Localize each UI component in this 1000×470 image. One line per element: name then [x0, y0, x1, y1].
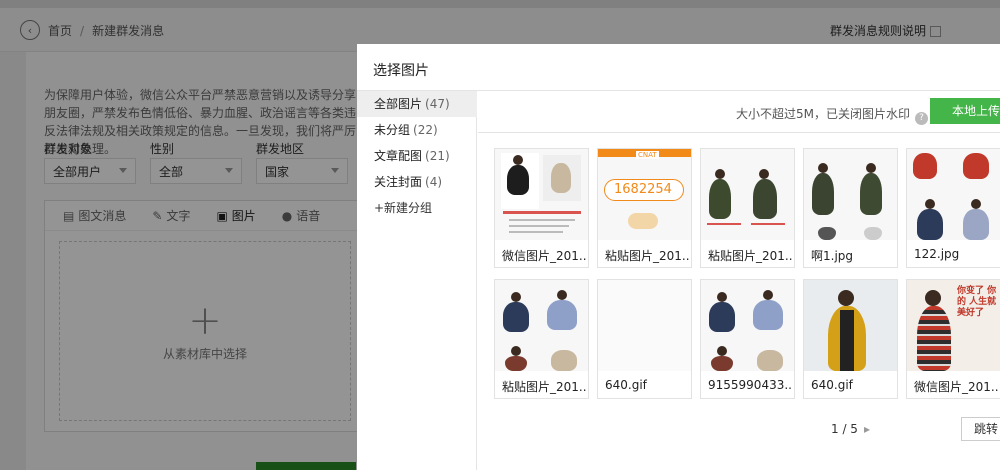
group-item-label: 关注封面 — [374, 175, 423, 189]
group-sidebar: 全部图片 (47) 未分组 (22) 文章配图 (21) 关注封面 (4) +新建分组 — [357, 91, 477, 470]
group-item-count: (47) — [425, 97, 450, 111]
image-thumbnail — [495, 280, 588, 371]
image-tile[interactable]: 你变了 你的 人生就 美好了 微信图片_201... — [906, 279, 1000, 399]
image-name: 640.gif — [811, 378, 853, 392]
group-item-all[interactable]: 全部图片 (47) — [357, 91, 477, 117]
image-thumbnail — [907, 149, 1000, 240]
image-thumbnail — [804, 149, 897, 240]
next-page-icon[interactable]: ▸ — [864, 422, 870, 436]
group-item-count: (22) — [413, 123, 438, 137]
group-item-count: (21) — [425, 149, 450, 163]
image-thumbnail — [598, 280, 691, 371]
image-tile[interactable]: 啊1.jpg — [803, 148, 898, 268]
image-tile[interactable]: 粘贴图片_201... — [494, 279, 589, 399]
pagination: 1 / 5 ▸ — [831, 422, 870, 436]
image-thumbnail — [495, 149, 588, 240]
image-tile[interactable]: 微信图片_201... — [494, 148, 589, 268]
group-item-count: (4) — [425, 175, 443, 189]
local-upload-button[interactable]: 本地上传 — [930, 98, 1000, 124]
group-item-label: 全部图片 — [374, 97, 423, 111]
group-item-follow-cover[interactable]: 关注封面 (4) — [357, 169, 477, 195]
image-name: 微信图片_201... — [914, 380, 999, 394]
group-item-article-images[interactable]: 文章配图 (21) — [357, 143, 477, 169]
image-thumbnail: 你变了 你的 人生就 美好了 — [907, 280, 1000, 371]
image-tile[interactable]: CNAT 1682254 粘贴图片_201... — [597, 148, 692, 268]
image-name: 粘贴图片_201... — [708, 249, 793, 263]
image-tile[interactable]: 122.jpg — [906, 148, 1000, 268]
image-name: 粘贴图片_201... — [605, 249, 690, 263]
upload-hint: 大小不超过5M，已关闭图片水印? — [736, 105, 928, 125]
add-group-button[interactable]: +新建分组 — [357, 195, 477, 221]
image-name: 微信图片_201... — [502, 249, 587, 263]
image-tile[interactable]: 640.gif — [597, 279, 692, 399]
image-tile[interactable]: 9155990433... — [700, 279, 795, 399]
upload-hint-text: 大小不超过5M，已关闭图片水印 — [736, 107, 910, 121]
image-name: 9155990433... — [708, 378, 793, 392]
image-thumbnail — [804, 280, 897, 371]
jump-button[interactable]: 跳转 — [961, 417, 1000, 441]
image-tile[interactable]: 粘贴图片_201... — [700, 148, 795, 268]
image-name: 粘贴图片_201... — [502, 380, 587, 394]
image-thumbnail — [701, 149, 794, 240]
page-indicator: 1 / 5 — [831, 422, 858, 436]
group-item-label: 文章配图 — [374, 149, 423, 163]
dialog-toolbar: 大小不超过5M，已关闭图片水印? 本地上传 — [478, 91, 1000, 133]
help-icon[interactable]: ? — [915, 111, 928, 125]
group-item-ungrouped[interactable]: 未分组 (22) — [357, 117, 477, 143]
image-name: 640.gif — [605, 378, 647, 392]
thumb-tag: CNAT — [636, 151, 659, 159]
group-item-label: 未分组 — [374, 123, 411, 137]
image-name: 122.jpg — [914, 247, 960, 261]
image-grid: 微信图片_201... CNAT 1682254 粘贴图片_201... 粘贴图… — [494, 148, 1000, 400]
image-name: 啊1.jpg — [811, 249, 854, 263]
dialog-title: 选择图片 — [373, 63, 429, 79]
thumb-note: 你变了 你的 人生就 美好了 — [957, 286, 997, 318]
image-thumbnail: CNAT 1682254 — [598, 149, 691, 240]
thumb-phone: 1682254 — [614, 182, 672, 197]
image-tile[interactable]: 640.gif — [803, 279, 898, 399]
image-thumbnail — [701, 280, 794, 371]
